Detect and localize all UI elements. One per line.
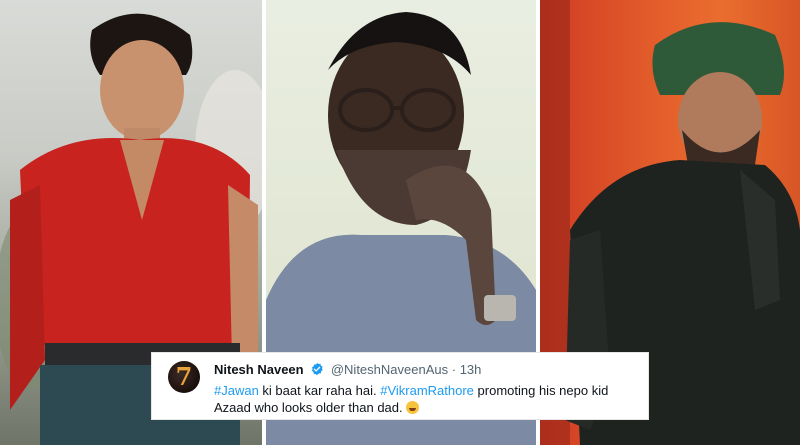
author-handle[interactable]: @NiteshNaveenAus (331, 362, 448, 377)
hashtag-link[interactable]: #VikramRathore (380, 383, 474, 398)
avatar-glyph: 7 (175, 362, 193, 391)
tweet-header: Nitesh Naveen @NiteshNaveenAus · 13h (214, 362, 481, 377)
verified-badge-icon (312, 362, 323, 376)
author-name[interactable]: Nitesh Naveen (214, 362, 304, 377)
hashtag-link[interactable]: #Jawan (214, 383, 259, 398)
tweet-timestamp[interactable]: 13h (460, 362, 482, 377)
meta-separator: · (451, 362, 457, 377)
author-avatar[interactable]: 7 (168, 361, 200, 393)
tweet-text-segment: ki baat kar raha hai. (258, 383, 381, 398)
tweet-card[interactable]: 7 Nitesh Naveen @NiteshNaveenAus · 13h #… (152, 353, 648, 419)
tweet-text: #Jawan ki baat kar raha hai. #VikramRath… (214, 382, 634, 416)
rofl-emoji-icon (406, 401, 420, 414)
